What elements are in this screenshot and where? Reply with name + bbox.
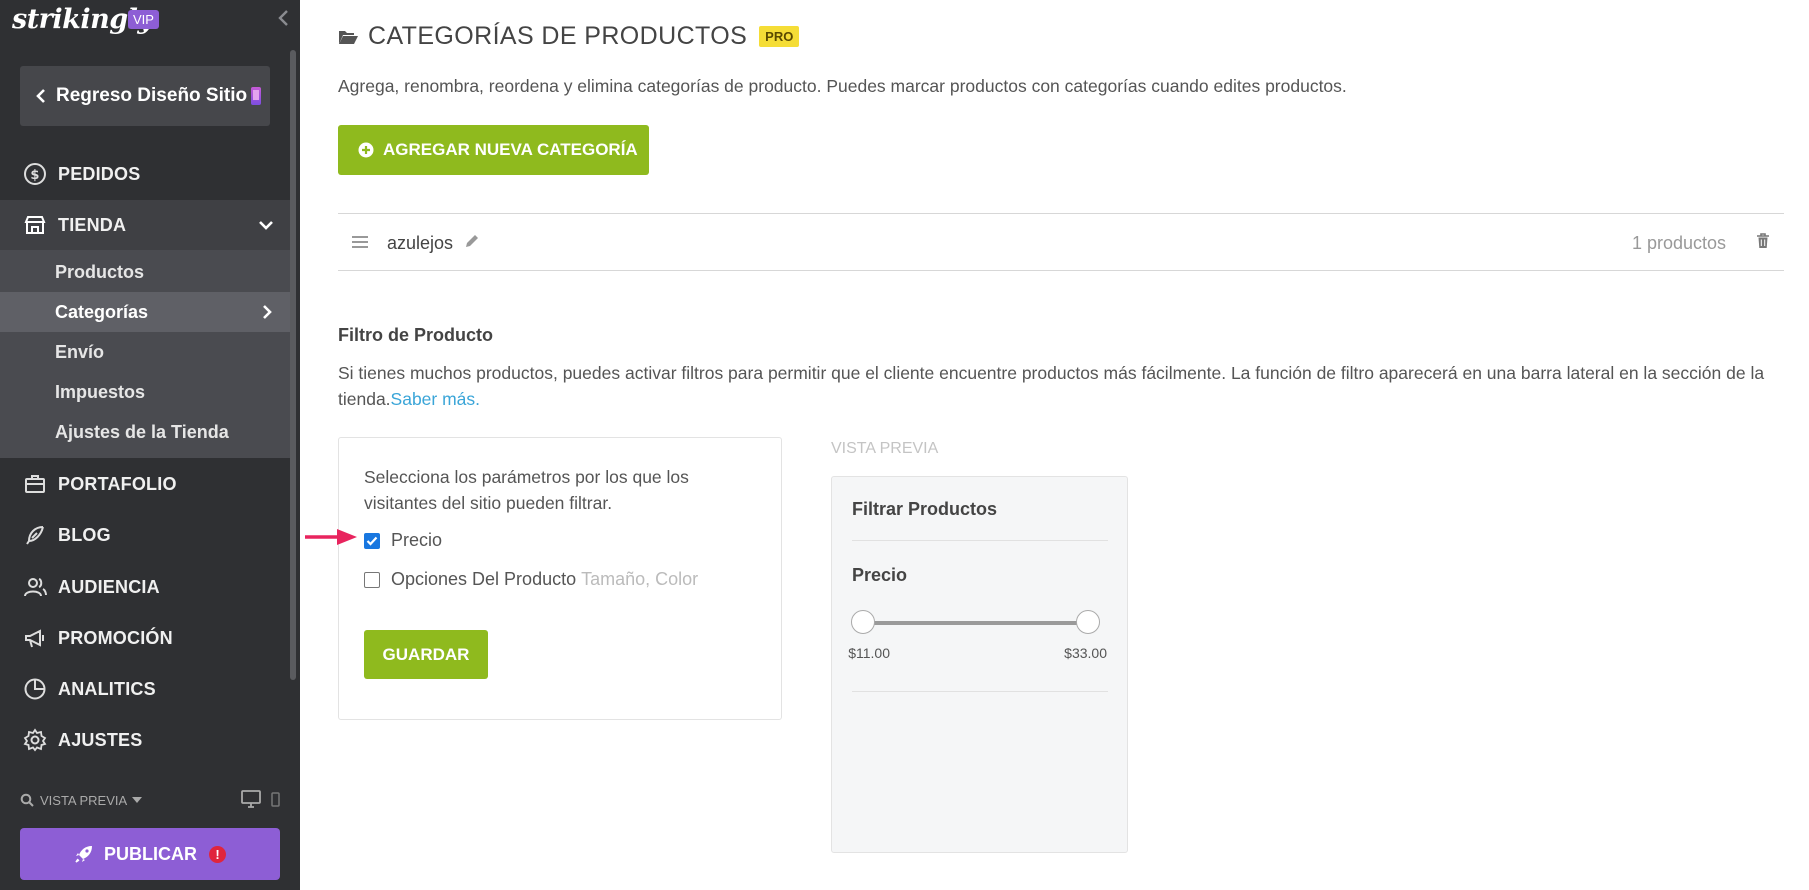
filter-section-title: Filtro de Producto bbox=[338, 325, 493, 345]
nav-ajustes[interactable]: AJUSTES bbox=[0, 715, 290, 765]
add-category-label: AGREGAR NUEVA CATEGORÍA bbox=[383, 140, 638, 159]
price-checkbox[interactable] bbox=[364, 532, 380, 549]
preview-title: Filtrar Productos bbox=[852, 499, 998, 519]
divider bbox=[852, 691, 1108, 692]
nav-pedidos[interactable]: $ PEDIDOS bbox=[0, 149, 290, 199]
preview-mode-selector[interactable]: VISTA PREVIA bbox=[20, 790, 280, 810]
preview-price-label: Precio bbox=[852, 565, 908, 585]
filter-description-text: Si tienes muchos productos, puedes activ… bbox=[338, 363, 1765, 409]
nav-blog-label: BLOG bbox=[58, 524, 111, 545]
chevron-left-icon bbox=[36, 89, 45, 103]
desktop-icon[interactable] bbox=[241, 790, 261, 808]
store-icon bbox=[22, 212, 48, 238]
nav-tienda[interactable]: TIENDA bbox=[0, 200, 290, 250]
min-price: $11.00 bbox=[848, 645, 890, 661]
back-button-label: Regreso Diseño Sitio bbox=[56, 85, 248, 106]
nav-blog[interactable]: BLOG bbox=[0, 510, 290, 560]
sidebar: strikingly VIP Regreso Diseño Sitio $ PE… bbox=[0, 0, 300, 890]
phone-icon bbox=[251, 87, 262, 105]
filter-option-price[interactable]: Precio bbox=[364, 530, 442, 551]
chevron-right-icon bbox=[262, 304, 272, 325]
page-description: Agrega, renombra, reordena y elimina cat… bbox=[338, 76, 1347, 96]
chevron-down-icon bbox=[258, 215, 274, 236]
max-price: $33.00 bbox=[1064, 645, 1107, 661]
category-name: azulejos bbox=[387, 233, 454, 253]
page-title: CATEGORÍAS DE PRODUCTOS bbox=[368, 22, 748, 50]
sidebar-item-categorias-label: Categorías bbox=[55, 301, 149, 322]
nav-audiencia[interactable]: AUDIENCIA bbox=[0, 562, 290, 612]
price-option-label: Precio bbox=[391, 530, 443, 550]
pro-badge: PRO bbox=[759, 26, 800, 47]
save-button[interactable]: GUARDAR bbox=[364, 630, 488, 679]
filter-section-description: Si tienes muchos productos, puedes activ… bbox=[338, 360, 1778, 412]
nav-analitics[interactable]: ANALITICS bbox=[0, 664, 290, 714]
price-slider-min-handle[interactable] bbox=[851, 610, 875, 634]
nav-portafolio-label: PORTAFOLIO bbox=[58, 473, 177, 494]
dollar-circle-icon: $ bbox=[22, 161, 48, 187]
drag-handle-icon[interactable] bbox=[352, 235, 368, 254]
back-to-site-design-button[interactable]: Regreso Diseño Sitio bbox=[20, 66, 270, 126]
price-slider-max-handle[interactable] bbox=[1076, 610, 1100, 634]
store-submenu: Productos Categorías Envío Impuestos Aju… bbox=[0, 250, 290, 458]
sidebar-item-categorias[interactable]: Categorías bbox=[0, 292, 290, 332]
mobile-icon[interactable] bbox=[271, 791, 280, 807]
category-product-count: 1 productos bbox=[1631, 233, 1726, 253]
alert-badge: ! bbox=[209, 845, 226, 863]
publish-label: PUBLICAR bbox=[104, 843, 197, 864]
nav-promocion[interactable]: PROMOCIÓN bbox=[0, 613, 290, 663]
pie-chart-icon bbox=[22, 676, 48, 702]
publish-button[interactable]: PUBLICAR ! bbox=[20, 828, 280, 880]
checkmark-icon bbox=[366, 536, 378, 546]
folder-open-icon bbox=[339, 30, 358, 44]
plus-circle-icon bbox=[358, 142, 374, 158]
megaphone-icon bbox=[22, 625, 48, 651]
filter-params-instructions: Selecciona los parámetros por los que lo… bbox=[364, 467, 689, 513]
rocket-icon bbox=[75, 846, 92, 863]
product-options-checkbox[interactable] bbox=[364, 571, 380, 588]
sidebar-item-ajustes-tienda[interactable]: Ajustes de la Tienda bbox=[0, 412, 290, 452]
learn-more-link[interactable]: Saber más. bbox=[391, 389, 480, 409]
nav-analitics-label: ANALITICS bbox=[58, 678, 156, 699]
vip-badge: VIP bbox=[128, 10, 159, 29]
users-icon bbox=[22, 574, 48, 600]
product-options-label: Opciones Del Producto bbox=[391, 569, 577, 589]
divider bbox=[852, 540, 1108, 541]
filter-params-panel: Selecciona los parámetros por los que lo… bbox=[338, 437, 782, 720]
main-content: CATEGORÍAS DE PRODUCTOS PRO Agrega, reno… bbox=[300, 0, 1809, 890]
feather-pen-icon bbox=[22, 522, 48, 548]
annotation-arrow-icon bbox=[305, 529, 357, 545]
search-icon bbox=[20, 793, 34, 807]
nav-tienda-label: TIENDA bbox=[58, 214, 127, 235]
page-header: CATEGORÍAS DE PRODUCTOS PRO bbox=[338, 22, 800, 51]
pencil-icon[interactable] bbox=[464, 233, 480, 254]
sidebar-scrollbar[interactable] bbox=[290, 50, 296, 680]
briefcase-icon bbox=[22, 471, 48, 497]
collapse-sidebar-icon[interactable] bbox=[276, 8, 296, 32]
caret-down-icon bbox=[132, 797, 143, 803]
nav-audiencia-label: AUDIENCIA bbox=[58, 576, 160, 597]
category-row: azulejos 1 productos bbox=[338, 213, 1784, 271]
nav-portafolio[interactable]: PORTAFOLIO bbox=[0, 459, 290, 509]
filter-preview-panel: Filtrar Productos Precio $11.00 $33.00 bbox=[831, 476, 1128, 853]
product-options-hint: Tamaño, Color bbox=[581, 569, 699, 589]
preview-label: VISTA PREVIA bbox=[40, 792, 128, 808]
sidebar-item-productos[interactable]: Productos bbox=[0, 252, 290, 292]
sidebar-item-impuestos[interactable]: Impuestos bbox=[0, 372, 290, 412]
nav-pedidos-label: PEDIDOS bbox=[58, 163, 141, 184]
svg-text:$: $ bbox=[30, 168, 39, 183]
device-toggle bbox=[241, 790, 280, 808]
nav-ajustes-label: AJUSTES bbox=[58, 729, 143, 750]
trash-icon[interactable] bbox=[1756, 233, 1770, 254]
filter-option-product[interactable]: Opciones Del Producto Tamaño, Color bbox=[364, 569, 698, 590]
preview-section-label: VISTA PREVIA bbox=[831, 440, 939, 457]
sidebar-item-envio[interactable]: Envío bbox=[0, 332, 290, 372]
price-slider-track[interactable] bbox=[862, 621, 1088, 625]
add-category-button[interactable]: AGREGAR NUEVA CATEGORÍA bbox=[338, 125, 649, 175]
nav-promocion-label: PROMOCIÓN bbox=[58, 627, 173, 648]
gear-icon bbox=[22, 727, 48, 753]
